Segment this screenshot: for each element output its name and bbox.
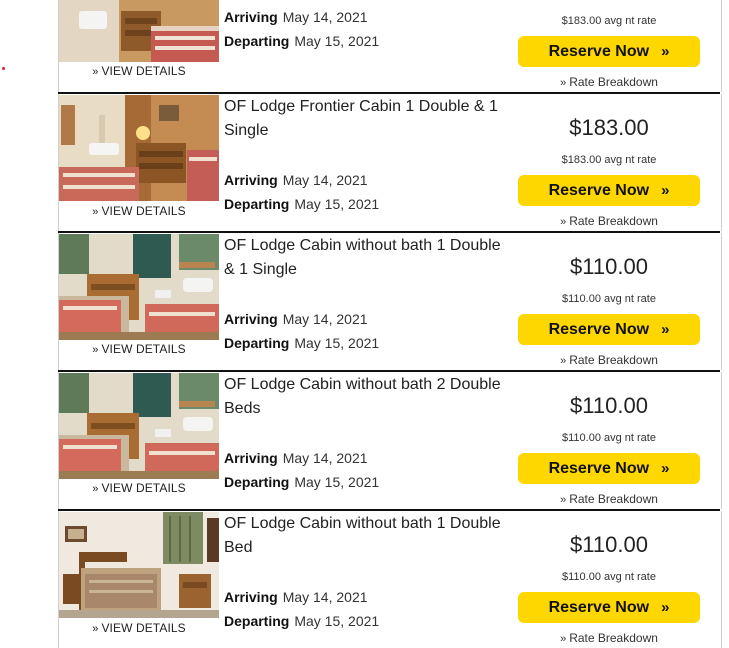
double-chevron-right-icon: » <box>661 321 670 338</box>
reserve-now-button[interactable]: Reserve Now» <box>518 314 700 345</box>
rate-breakdown-link[interactable]: » Rate Breakdown <box>517 214 701 228</box>
room-photo[interactable] <box>59 512 219 618</box>
chevron-right-icon: » <box>560 355 567 367</box>
avg-nightly-rate: $110.00 avg nt rate <box>562 293 656 305</box>
chevron-right-icon: » <box>92 66 99 78</box>
room-card: » VIEW DETAILS OF Lodge Frontier Cabin 1 … <box>58 94 722 231</box>
red-dot-marker <box>2 67 5 70</box>
room-title[interactable]: OF Lodge Cabin without bath 1 Double Bed <box>224 512 514 560</box>
reserve-now-button[interactable]: Reserve Now» <box>518 175 700 206</box>
view-details-link[interactable]: » VIEW DETAILS <box>59 204 219 218</box>
room-card: » VIEW DETAILS OF Lodge Cabin without bat… <box>58 233 722 370</box>
chevron-right-icon: » <box>560 633 567 645</box>
chevron-right-icon: » <box>92 206 99 218</box>
room-price: $110.00 <box>570 532 648 557</box>
reserve-now-button[interactable]: Reserve Now» <box>518 592 700 623</box>
view-details-link[interactable]: » VIEW DETAILS <box>59 481 219 495</box>
double-chevron-right-icon: » <box>661 182 670 199</box>
room-photo[interactable] <box>59 0 219 62</box>
room-price: $110.00 <box>570 393 648 418</box>
avg-nightly-rate: $183.00 avg nt rate <box>561 154 657 166</box>
room-photo[interactable] <box>59 234 219 340</box>
room-price: $183.00 <box>569 115 649 140</box>
chevron-right-icon: » <box>92 623 99 635</box>
view-details-link[interactable]: » VIEW DETAILS <box>59 64 219 78</box>
avg-nightly-rate: $110.00 avg nt rate <box>562 432 656 444</box>
reserve-now-button[interactable]: Reserve Now» <box>518 36 700 67</box>
room-photo[interactable] <box>59 373 219 479</box>
arrival-date: Arriving May 14, 2021 <box>224 9 368 25</box>
departure-date: Departing May 15, 2021 <box>224 474 380 490</box>
rate-breakdown-link[interactable]: » Rate Breakdown <box>517 75 701 89</box>
room-card: » VIEW DETAILS OF Lodge Cabin without bat… <box>58 511 722 648</box>
view-details-link[interactable]: » VIEW DETAILS <box>59 621 219 635</box>
rate-breakdown-link[interactable]: » Rate Breakdown <box>517 353 701 367</box>
arrival-date: Arriving May 14, 2021 <box>224 450 368 466</box>
view-details-link[interactable]: » VIEW DETAILS <box>59 342 219 356</box>
double-chevron-right-icon: » <box>661 460 670 477</box>
chevron-right-icon: » <box>560 494 567 506</box>
arrival-date: Arriving May 14, 2021 <box>224 172 368 188</box>
room-title[interactable]: OF Lodge Cabin without bath 2 Double Bed… <box>224 373 514 421</box>
rate-breakdown-link[interactable]: » Rate Breakdown <box>517 631 701 645</box>
double-chevron-right-icon: » <box>661 599 670 616</box>
room-title[interactable]: OF Lodge Cabin without bath 1 Double & 1… <box>224 234 514 282</box>
double-chevron-right-icon: » <box>661 43 670 60</box>
room-price: $110.00 <box>570 254 648 279</box>
departure-date: Departing May 15, 2021 <box>224 335 380 351</box>
room-card: » VIEW DETAILS Arriving May 14, 2021 Depar… <box>58 0 722 92</box>
rate-breakdown-link[interactable]: » Rate Breakdown <box>517 492 701 506</box>
avg-nightly-rate: $110.00 avg nt rate <box>562 571 656 583</box>
arrival-date: Arriving May 14, 2021 <box>224 311 368 327</box>
departure-date: Departing May 15, 2021 <box>224 33 380 49</box>
chevron-right-icon: » <box>560 77 567 89</box>
chevron-right-icon: » <box>92 344 99 356</box>
reserve-now-button[interactable]: Reserve Now» <box>518 453 700 484</box>
arrival-date: Arriving May 14, 2021 <box>224 589 368 605</box>
room-photo[interactable] <box>59 95 219 201</box>
chevron-right-icon: » <box>560 216 567 228</box>
room-card: » VIEW DETAILS OF Lodge Cabin without bat… <box>58 372 722 509</box>
chevron-right-icon: » <box>92 483 99 495</box>
departure-date: Departing May 15, 2021 <box>224 196 380 212</box>
avg-nightly-rate: $183.00 avg nt rate <box>561 15 657 27</box>
room-title[interactable]: OF Lodge Frontier Cabin 1 Double & 1 Sin… <box>224 95 514 143</box>
departure-date: Departing May 15, 2021 <box>224 613 380 629</box>
